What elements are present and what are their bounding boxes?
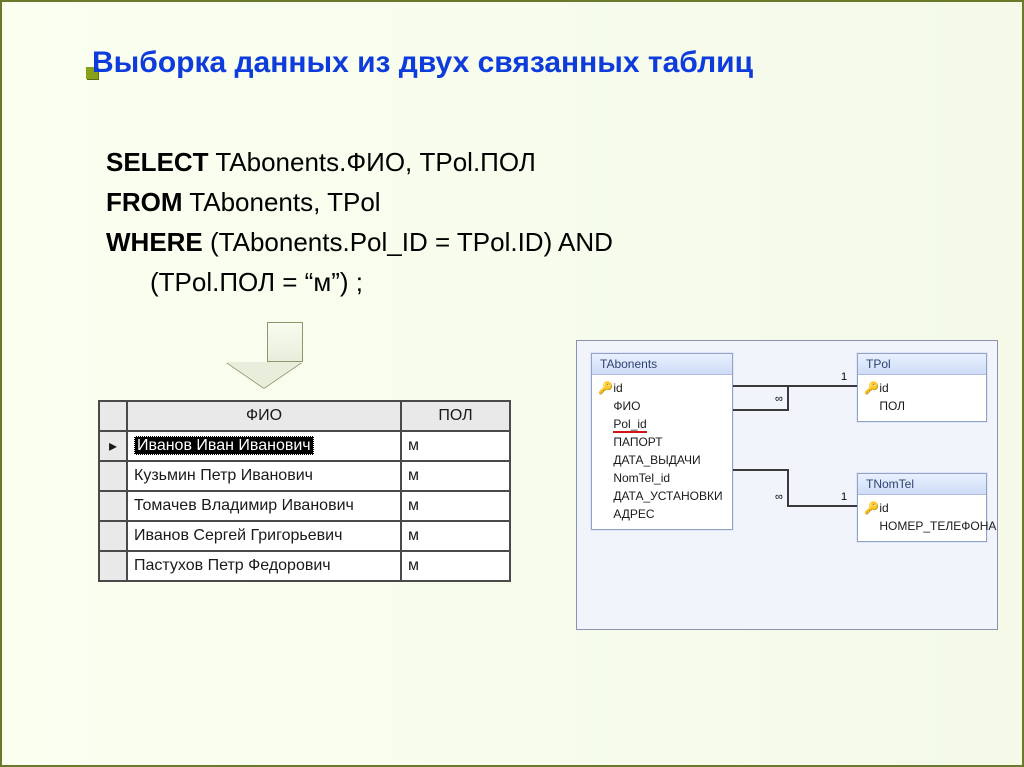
- table-title: TAbonents: [592, 354, 732, 375]
- table-row: Пастухов Петр Федорович м: [99, 551, 510, 581]
- relationship-line: [787, 469, 789, 507]
- cell-pol: м: [401, 521, 510, 551]
- table-title: TPol: [858, 354, 986, 375]
- cardinality-many: ∞: [775, 393, 783, 405]
- select-fields: TAbonents.ФИО, TPol.ПОЛ: [209, 147, 536, 177]
- field: ФИО: [613, 399, 640, 413]
- result-grid: ФИО ПОЛ ▸ Иванов Иван Иванович м Кузьмин…: [98, 400, 511, 582]
- cell-pol: м: [401, 431, 510, 461]
- where-cond1: (TAbonents.Pol_ID = TPol.ID) AND: [203, 227, 613, 257]
- kw-from: FROM: [106, 187, 183, 217]
- col-header-fio: ФИО: [127, 401, 401, 431]
- field: АДРЕС: [613, 507, 654, 521]
- cardinality-many: ∞: [775, 491, 783, 503]
- sql-query: SELECT TAbonents.ФИО, TPol.ПОЛ FROM TAbo…: [106, 142, 613, 302]
- table-row: Томачев Владимир Иванович м: [99, 491, 510, 521]
- relationship-line: [787, 385, 789, 409]
- field: ПОЛ: [879, 399, 905, 413]
- cell-fio: Кузьмин Петр Иванович: [127, 461, 401, 491]
- col-header-pol: ПОЛ: [401, 401, 510, 431]
- table-title: TNomTel: [858, 474, 986, 495]
- field: НОМЕР_ТЕЛЕФОНА: [879, 519, 996, 533]
- table-box-tnomtel: TNomTel 🔑 id НОМЕР_ТЕЛЕФОНА: [857, 473, 987, 542]
- from-tables: TAbonents, TPol: [183, 187, 381, 217]
- relationship-line: [733, 409, 789, 411]
- cell-pol: м: [401, 461, 510, 491]
- cell-fio: Пастухов Петр Федорович: [127, 551, 401, 581]
- field: id: [879, 501, 888, 515]
- field: id: [879, 381, 888, 395]
- field: ДАТА_УСТАНОВКИ: [613, 489, 722, 503]
- cell-fio: Томачев Владимир Иванович: [127, 491, 401, 521]
- where-cond2: (TPol.ПОЛ = “м”) ;: [150, 267, 363, 297]
- key-icon: 🔑: [598, 379, 610, 397]
- cell-fio: Иванов Сергей Григорьевич: [127, 521, 401, 551]
- field-fk: Pol_id: [613, 417, 646, 433]
- table-row: Кузьмин Петр Иванович м: [99, 461, 510, 491]
- cell-pol: м: [401, 551, 510, 581]
- key-icon: 🔑: [864, 379, 876, 397]
- field: id: [613, 381, 622, 395]
- arrow-down-icon: [247, 322, 323, 388]
- row-cursor: [99, 491, 127, 521]
- cell-pol: м: [401, 491, 510, 521]
- key-icon: 🔑: [864, 499, 876, 517]
- table-box-tpol: TPol 🔑 id ПОЛ: [857, 353, 987, 422]
- slide-title: Выборка данных из двух связанных таблиц: [92, 46, 753, 80]
- kw-select: SELECT: [106, 147, 209, 177]
- row-cursor: [99, 461, 127, 491]
- row-cursor: ▸: [99, 431, 127, 461]
- cardinality-one: 1: [841, 491, 847, 503]
- relationship-line: [787, 505, 857, 507]
- field: ПАПОРТ: [613, 435, 662, 449]
- corner-cell: [99, 401, 127, 431]
- header-row: ФИО ПОЛ: [99, 401, 510, 431]
- table-row: Иванов Сергей Григорьевич м: [99, 521, 510, 551]
- row-cursor: [99, 551, 127, 581]
- field: NomTel_id: [613, 471, 670, 485]
- relationship-line: [733, 385, 857, 387]
- field: ДАТА_ВЫДАЧИ: [613, 453, 700, 467]
- row-cursor: [99, 521, 127, 551]
- relationship-diagram: TAbonents 🔑 id ФИО Pol_id ПАПОРТ ДАТА_ВЫ…: [576, 340, 998, 630]
- table-box-abonents: TAbonents 🔑 id ФИО Pol_id ПАПОРТ ДАТА_ВЫ…: [591, 353, 733, 530]
- cell-fio: Иванов Иван Иванович: [127, 431, 401, 461]
- cardinality-one: 1: [841, 371, 847, 383]
- relationship-line: [733, 469, 789, 471]
- kw-where: WHERE: [106, 227, 203, 257]
- slide: Выборка данных из двух связанных таблиц …: [0, 0, 1024, 767]
- table-row: ▸ Иванов Иван Иванович м: [99, 431, 510, 461]
